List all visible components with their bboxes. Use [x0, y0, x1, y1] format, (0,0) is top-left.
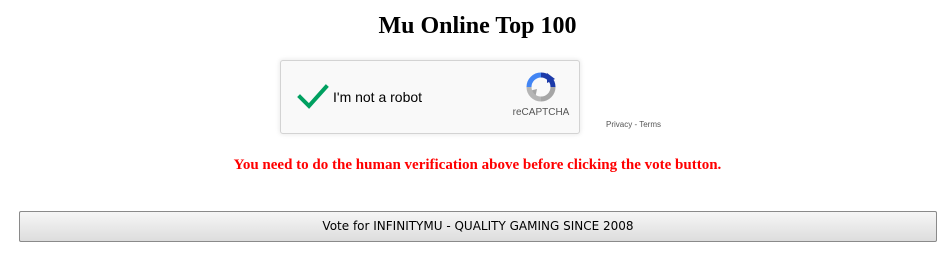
- page-title: Mu Online Top 100: [378, 13, 577, 39]
- recaptcha-checkbox-label: I'm not a robot: [333, 89, 423, 105]
- terms-link[interactable]: Terms: [639, 120, 661, 129]
- privacy-terms-links: Privacy - Terms: [606, 120, 661, 130]
- checkmark-icon[interactable]: [297, 83, 329, 111]
- recaptcha-logo-icon: [526, 72, 556, 102]
- verification-warning: You need to do the human verification ab…: [233, 157, 722, 173]
- recaptcha-widget[interactable]: I'm not a robot reCAPTCHA: [280, 60, 580, 134]
- vote-button[interactable]: Vote for INFINITYMU - QUALITY GAMING SIN…: [19, 211, 937, 242]
- recaptcha-brand-label: reCAPTCHA: [512, 107, 570, 118]
- privacy-link[interactable]: Privacy: [606, 120, 632, 129]
